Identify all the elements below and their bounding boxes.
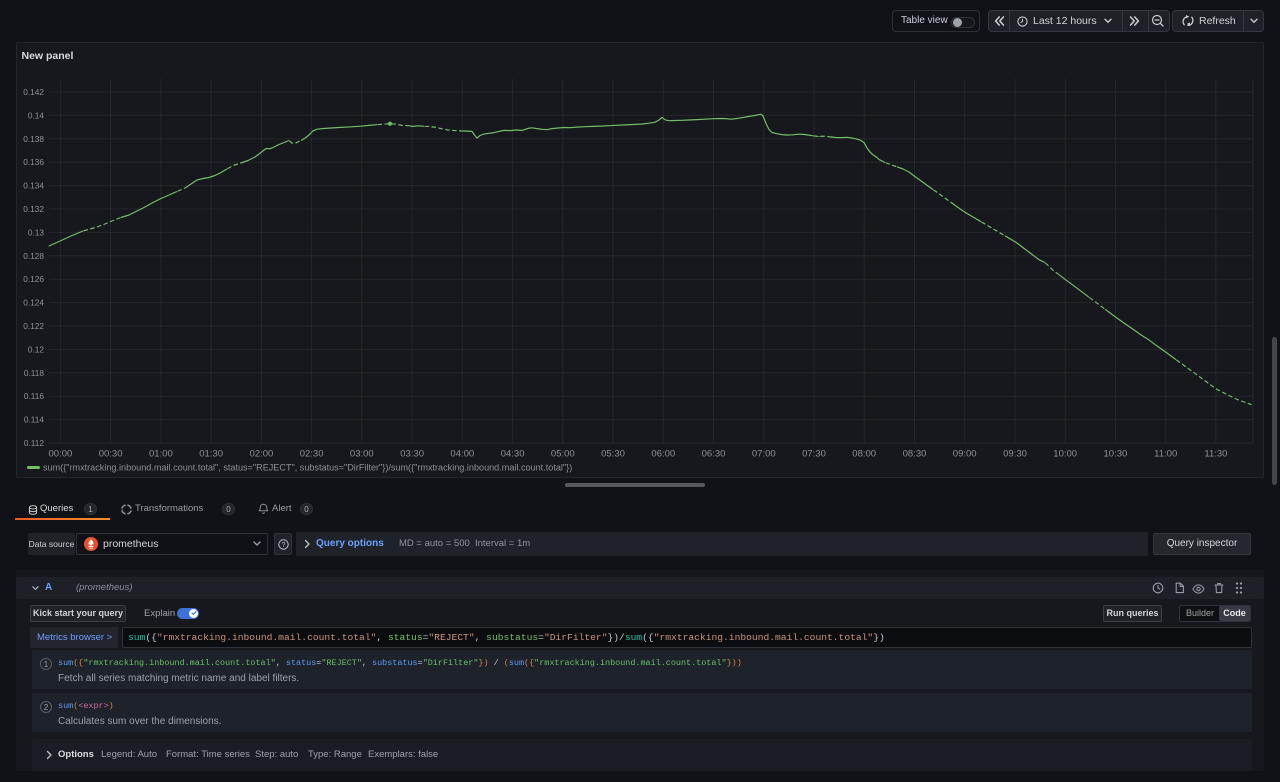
svg-text:?: ?	[281, 541, 285, 548]
svg-text:03:30: 03:30	[400, 449, 424, 460]
svg-text:0.118: 0.118	[24, 368, 45, 378]
svg-text:0.116: 0.116	[24, 391, 45, 401]
svg-text:10:00: 10:00	[1053, 449, 1077, 460]
svg-text:0.136: 0.136	[23, 157, 44, 167]
svg-text:05:30: 05:30	[601, 449, 625, 460]
svg-text:00:00: 00:00	[49, 449, 73, 460]
svg-text:0.134: 0.134	[23, 181, 44, 191]
svg-text:02:00: 02:00	[250, 449, 274, 460]
svg-text:09:30: 09:30	[1003, 449, 1027, 460]
svg-text:0.124: 0.124	[23, 298, 44, 308]
svg-text:0.112: 0.112	[24, 438, 45, 448]
svg-text:sum({"rmxtracking.inbound.mail: sum({"rmxtracking.inbound.mail.count.tot…	[43, 463, 572, 473]
svg-text:0.128: 0.128	[23, 251, 44, 261]
svg-text:06:30: 06:30	[702, 449, 726, 460]
svg-text:07:00: 07:00	[752, 449, 776, 460]
svg-text:10:30: 10:30	[1104, 449, 1128, 460]
svg-text:11:30: 11:30	[1204, 449, 1227, 460]
svg-text:02:30: 02:30	[300, 449, 324, 460]
svg-text:08:00: 08:00	[852, 449, 876, 460]
svg-text:0.14: 0.14	[28, 110, 45, 120]
svg-text:07:30: 07:30	[802, 449, 826, 460]
svg-text:0.122: 0.122	[23, 321, 44, 331]
svg-text:0.132: 0.132	[23, 204, 44, 214]
svg-text:00:30: 00:30	[99, 449, 123, 460]
svg-text:11:00: 11:00	[1154, 449, 1177, 460]
svg-text:04:00: 04:00	[450, 449, 474, 460]
svg-text:0.13: 0.13	[28, 227, 45, 237]
svg-text:0.126: 0.126	[23, 274, 44, 284]
svg-text:06:00: 06:00	[651, 449, 675, 460]
svg-text:05:00: 05:00	[551, 449, 575, 460]
svg-text:0.114: 0.114	[24, 415, 45, 425]
svg-text:03:00: 03:00	[350, 449, 374, 460]
svg-text:01:30: 01:30	[199, 449, 223, 460]
svg-text:01:00: 01:00	[149, 449, 173, 460]
svg-text:0.142: 0.142	[23, 87, 44, 97]
svg-text:0.12: 0.12	[28, 344, 45, 354]
svg-text:0.138: 0.138	[23, 134, 44, 144]
svg-text:08:30: 08:30	[903, 449, 927, 460]
svg-text:04:30: 04:30	[501, 449, 525, 460]
svg-text:09:00: 09:00	[953, 449, 977, 460]
